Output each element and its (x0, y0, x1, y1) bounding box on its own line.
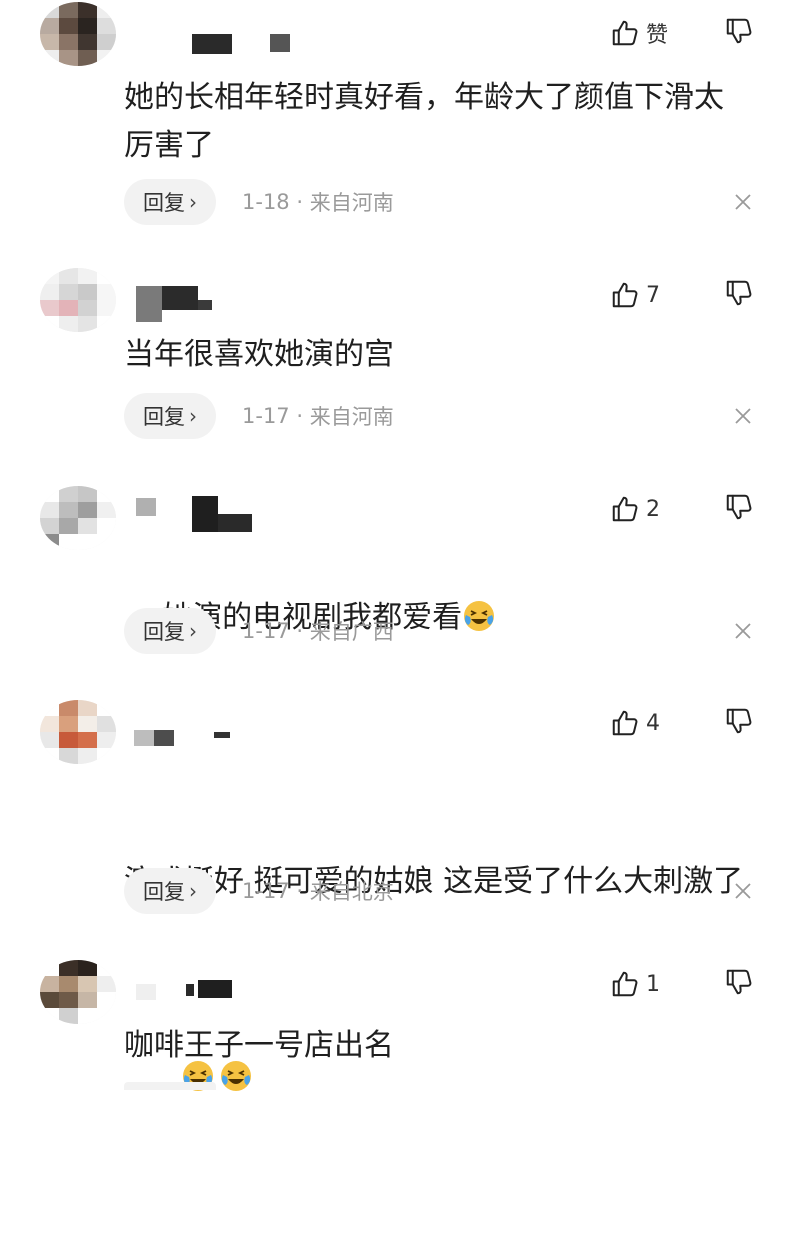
reply-label: 回复 (143, 880, 185, 904)
comment-location: 来自河南 (309, 191, 394, 215)
thumbs-up-icon (610, 969, 640, 999)
thumbs-down-icon (724, 492, 758, 522)
comment-location: 来自北京 (309, 880, 394, 904)
chevron-right-icon: › (189, 619, 197, 643)
like-button[interactable]: 赞 (610, 16, 668, 50)
username[interactable] (132, 28, 290, 68)
thumbs-down-icon (724, 706, 758, 736)
like-button[interactable]: 4 (610, 706, 660, 740)
reply-label: 回复 (143, 620, 185, 644)
thumbs-up-icon (610, 18, 640, 48)
close-icon[interactable] (732, 191, 754, 213)
close-icon[interactable] (732, 405, 754, 427)
meta-separator: · (296, 404, 304, 428)
chevron-right-icon: › (189, 190, 197, 214)
comment-text: 咖啡王子一号店出名 (124, 1028, 394, 1063)
comment-date: 1-17 (242, 404, 290, 428)
comment-text: 她的长相年轻时真好看，年龄大了颜值下滑太 厉害了 (124, 80, 724, 163)
reply-label: 回复 (143, 405, 185, 429)
thumbs-up-icon (610, 280, 640, 310)
username[interactable] (132, 976, 272, 1016)
meta-separator: · (296, 619, 304, 643)
dislike-button[interactable] (724, 492, 758, 526)
chevron-right-icon: › (189, 879, 197, 903)
reply-button-partial[interactable] (124, 1082, 216, 1090)
close-icon[interactable] (732, 880, 754, 902)
comment-meta: 1-17 · 来自北京 (242, 868, 394, 914)
reply-label: 回复 (143, 191, 185, 215)
reply-button[interactable]: 回复 › (124, 179, 216, 225)
dislike-button[interactable] (724, 706, 758, 740)
comment-meta: 1-18 · 来自河南 (242, 179, 394, 225)
comment-location: 来自广西 (309, 620, 394, 644)
reply-button[interactable]: 回复 › (124, 868, 216, 914)
comment-date: 1-17 (242, 619, 290, 643)
meta-separator: · (296, 879, 304, 903)
dislike-button[interactable] (724, 16, 758, 50)
like-count: 4 (646, 710, 660, 736)
avatar[interactable] (40, 700, 116, 764)
close-icon[interactable] (732, 620, 754, 642)
thumbs-up-icon (610, 708, 640, 738)
avatar[interactable] (40, 486, 116, 550)
avatar[interactable] (40, 268, 116, 332)
reply-button[interactable]: 回复 › (124, 608, 216, 654)
thumbs-down-icon (724, 16, 758, 46)
like-count: 7 (646, 282, 660, 308)
comment-date: 1-17 (242, 879, 290, 903)
comment-date: 1-18 (242, 190, 290, 214)
meta-separator: · (296, 190, 304, 214)
like-count: 2 (646, 496, 660, 522)
avatar[interactable] (40, 960, 116, 1024)
like-button[interactable]: 2 (610, 492, 660, 526)
like-count: 1 (646, 971, 660, 997)
thumbs-down-icon (724, 278, 758, 308)
crying-laughing-emoji-icon (462, 599, 496, 633)
like-count: 赞 (646, 23, 669, 48)
chevron-right-icon: › (189, 404, 197, 428)
username[interactable] (132, 282, 272, 322)
like-button[interactable]: 7 (610, 278, 660, 312)
reply-button[interactable]: 回复 › (124, 393, 216, 439)
username[interactable] (132, 494, 272, 534)
comment-meta: 1-17 · 来自河南 (242, 393, 394, 439)
thumbs-down-icon (724, 967, 758, 997)
username[interactable] (132, 720, 272, 760)
comment-location: 来自河南 (309, 405, 394, 429)
like-button[interactable]: 1 (610, 967, 660, 1001)
avatar[interactable] (40, 2, 116, 66)
comment-text: 当年很喜欢她演的宫 (124, 337, 394, 372)
comment-text-row: 她演的电视剧我都爱看 (124, 546, 774, 690)
dislike-button[interactable] (724, 967, 758, 1001)
comment-text: 演戏挺好 挺可爱的姑娘 这是受了什么大刺激了 (124, 864, 744, 899)
thumbs-up-icon (610, 494, 640, 524)
comment-meta: 1-17 · 来自广西 (242, 608, 394, 654)
dislike-button[interactable] (724, 278, 758, 312)
